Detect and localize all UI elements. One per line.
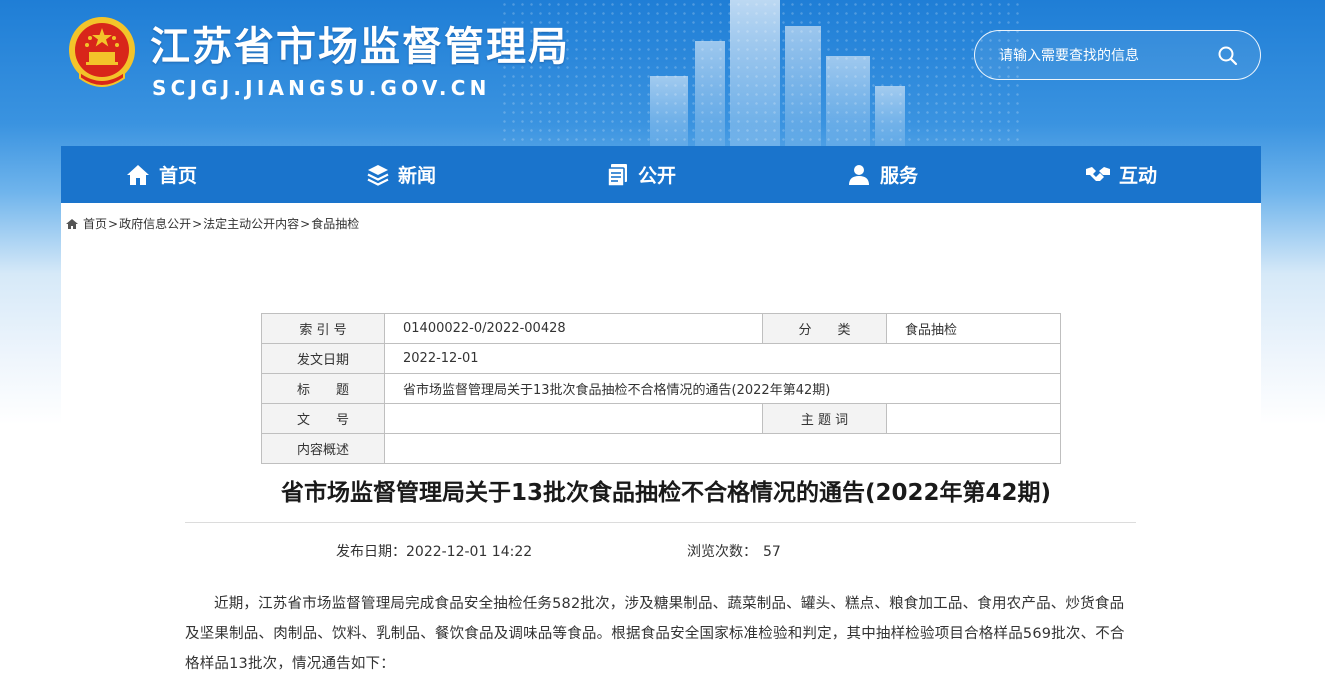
nav-item-interact[interactable]: 互动 — [1085, 146, 1157, 203]
title-label: 标 题 — [261, 373, 385, 404]
nav-label-home: 首页 — [159, 165, 198, 187]
publish-value: 2022-12-01 14:22 — [406, 544, 533, 560]
home-small-icon — [66, 218, 78, 229]
city-skyline-decoration — [500, 0, 1020, 146]
breadcrumb-item-gov-info[interactable]: 政府信息公开 — [119, 215, 191, 232]
nav-label-open: 公开 — [638, 165, 677, 187]
breadcrumb-separator: > — [192, 216, 203, 231]
summary-value — [384, 433, 1061, 464]
article-body: 近期，江苏省市场监督管理局完成食品安全抽检任务582批次，涉及糖果制品、蔬菜制品… — [185, 596, 1125, 672]
nav-item-home[interactable]: 首页 — [125, 146, 197, 203]
home-icon — [127, 164, 149, 185]
search-box — [974, 30, 1261, 80]
subject-label: 主 题 词 — [762, 403, 887, 434]
article-title: 省市场监督管理局关于13批次食品抽检不合格情况的通告(2022年第42期) — [280, 480, 1052, 506]
index-value: 01400022-0/2022-00428 — [384, 313, 763, 344]
docno-label: 文 号 — [261, 403, 385, 434]
summary-label: 内容概述 — [261, 433, 385, 464]
document-info-table: 索 引 号 01400022-0/2022-00428 分 类 食品抽检 发文日… — [261, 313, 1061, 464]
content-panel: 首页 > 政府信息公开 > 法定主动公开内容 > 食品抽检 索 引 号 0140… — [61, 203, 1261, 685]
index-label: 索 引 号 — [261, 313, 385, 344]
search-input[interactable] — [999, 44, 1199, 68]
national-emblem-icon — [66, 14, 138, 90]
views-label: 浏览次数： — [687, 544, 757, 560]
nav-label-news: 新闻 — [398, 165, 437, 187]
breadcrumb-separator: > — [300, 216, 311, 231]
breadcrumb-item-food-inspection[interactable]: 食品抽检 — [311, 215, 359, 232]
breadcrumb-home[interactable]: 首页 — [83, 215, 107, 232]
site-domain: SCJGJ.JIANGSU.GOV.CN — [152, 76, 491, 100]
handshake-icon — [1086, 166, 1110, 181]
title-divider — [185, 522, 1136, 523]
breadcrumb: 首页 > 政府信息公开 > 法定主动公开内容 > 食品抽检 — [65, 215, 359, 232]
nav-label-service: 服务 — [880, 165, 919, 187]
documents-icon — [607, 163, 627, 187]
category-label: 分 类 — [762, 313, 887, 344]
date-value: 2022-12-01 — [384, 343, 1061, 374]
publish-date: 发布日期：2022-12-01 14:22 — [336, 541, 532, 561]
nav-item-news[interactable]: 新闻 — [366, 146, 436, 203]
publish-label: 发布日期： — [336, 544, 406, 560]
views-value: 57 — [763, 544, 781, 560]
people-icon — [849, 164, 869, 185]
title-value: 省市场监督管理局关于13批次食品抽检不合格情况的通告(2022年第42期) — [384, 373, 1061, 404]
main-nav: 首页 新闻 公开 服务 互动 — [61, 146, 1261, 203]
breadcrumb-separator: > — [108, 216, 119, 231]
search-icon[interactable] — [1217, 45, 1239, 67]
nav-label-interact: 互动 — [1119, 165, 1158, 187]
nav-item-open[interactable]: 公开 — [606, 146, 676, 203]
docno-value — [384, 403, 763, 434]
site-title: 江苏省市场监督管理局 — [150, 24, 570, 70]
breadcrumb-item-statutory[interactable]: 法定主动公开内容 — [203, 215, 299, 232]
layers-icon — [367, 164, 389, 186]
view-count: 浏览次数： 57 — [687, 541, 781, 561]
subject-value — [886, 403, 1061, 434]
date-label: 发文日期 — [261, 343, 385, 374]
nav-item-service[interactable]: 服务 — [846, 146, 918, 203]
category-value: 食品抽检 — [886, 313, 1061, 344]
